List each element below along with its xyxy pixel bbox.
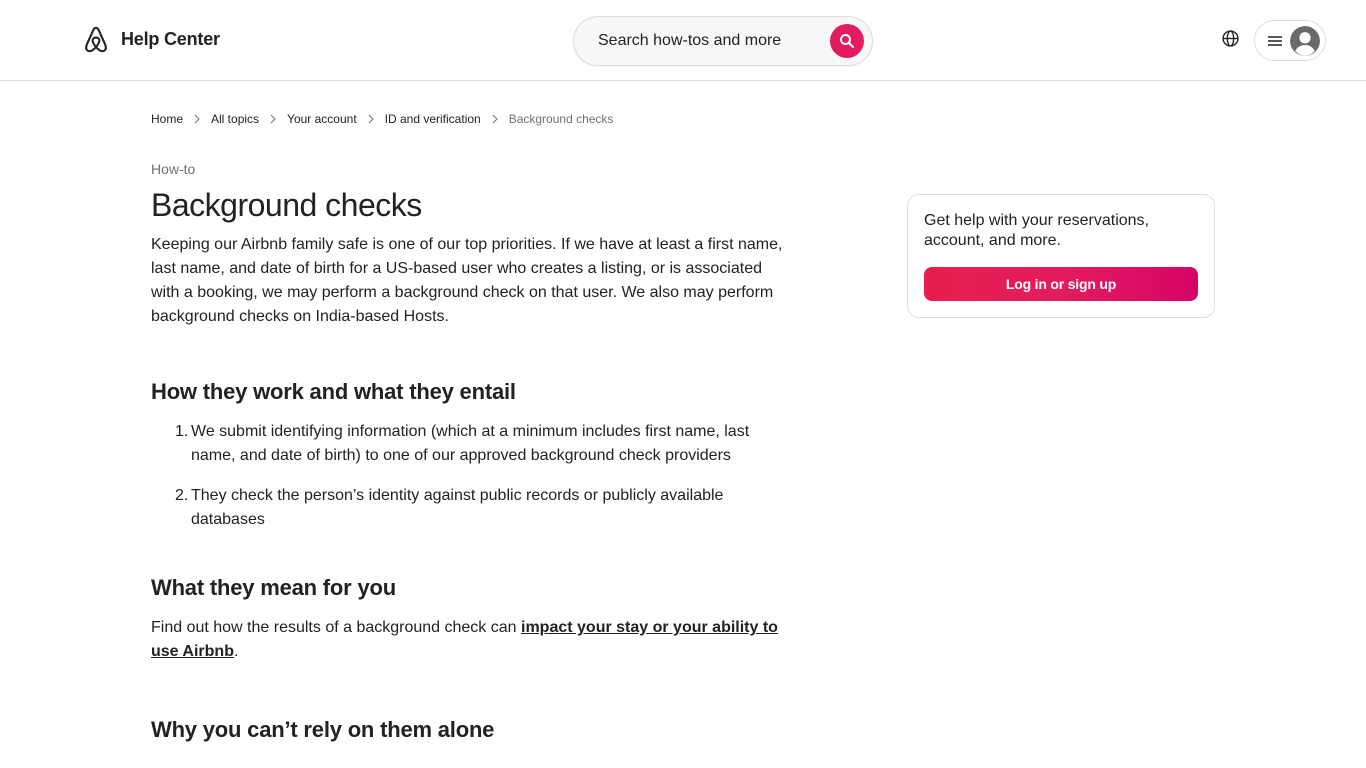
search-icon [840,34,854,48]
breadcrumb-all-topics[interactable]: All topics [211,112,259,126]
hamburger-menu-icon [1267,33,1283,49]
chevron-right-icon [357,114,385,124]
search-bar[interactable]: Search how-tos and more [573,16,873,66]
globe-icon [1221,29,1239,47]
section-heading-what-they-mean: What they mean for you [151,575,396,600]
section-heading-how-they-work: How they work and what they entail [151,379,516,404]
article-type-label: How-to [151,161,196,177]
search-input-placeholder[interactable]: Search how-tos and more [598,32,781,50]
login-signup-button[interactable]: Log in or sign up [924,267,1198,301]
breadcrumb-home[interactable]: Home [151,112,183,126]
breadcrumb: Home All topics Your account ID and veri… [151,112,613,126]
login-card: Get help with your reservations, account… [907,194,1215,318]
chevron-right-icon [183,114,211,124]
login-card-text: Get help with your reservations, account… [924,212,1149,249]
chevron-right-icon [481,114,509,124]
paragraph-text: Find out how the results of a background… [151,619,521,636]
airbnb-logo-icon [81,24,111,61]
steps-list: 1. We submit identifying information (wh… [151,420,791,532]
section-paragraph: Find out how the results of a background… [151,616,791,664]
list-number: 2. [175,487,189,504]
list-item: 1. We submit identifying information (wh… [175,420,791,468]
breadcrumb-id-verification[interactable]: ID and verification [385,112,481,126]
chevron-right-icon [259,114,287,124]
intro-paragraph: Keeping our Airbnb family safe is one of… [151,236,783,325]
site-header: Help Center Search how-tos and more [0,0,1366,81]
page-title: Background checks [151,187,422,223]
list-item: 2. They check the person’s identity agai… [175,484,791,532]
breadcrumb-current: Background checks [508,112,614,126]
user-avatar-icon [1290,25,1320,56]
article: How-to Background checks Keeping our Air… [151,160,791,744]
list-item-text: They check the person’s identity against… [191,487,724,528]
brand-name: Help Center [121,29,220,49]
search-button[interactable] [830,24,864,58]
section-heading-why-cant-rely: Why you can’t rely on them alone [151,717,495,742]
list-number: 1. [175,423,189,440]
breadcrumb-your-account[interactable]: Your account [287,112,357,126]
language-button[interactable] [1217,25,1243,51]
help-center-home-link[interactable]: Help Center [81,24,220,61]
list-item-text: We submit identifying information (which… [191,423,750,464]
user-menu-button[interactable] [1254,20,1326,61]
paragraph-text-end: . [233,643,239,660]
